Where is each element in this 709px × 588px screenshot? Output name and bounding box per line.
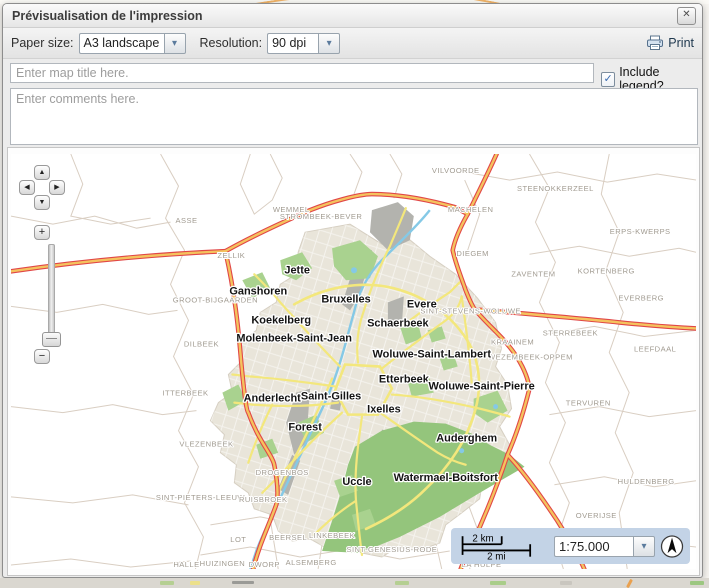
brussels-map[interactable]: ASSEWEMMELSTROMBEEK-BEVERVILVOORDEMACHEL… — [11, 154, 696, 569]
pan-right-button[interactable]: ▶ — [49, 180, 65, 195]
map-title-input[interactable] — [10, 63, 594, 83]
underlying-map-fragment — [160, 581, 174, 585]
underlying-map-fragment — [490, 581, 506, 585]
dialog-titlebar[interactable]: Prévisualisation de l'impression ✕ — [3, 4, 702, 28]
pan-left-button[interactable]: ◀ — [19, 180, 35, 195]
north-arrow-icon — [660, 533, 684, 560]
close-icon[interactable]: ✕ — [677, 7, 696, 25]
map-label: OVERIJSE — [576, 511, 617, 520]
chevron-down-icon[interactable]: ▾ — [633, 536, 655, 557]
map-label: STERREBEEK — [543, 328, 598, 337]
print-preview-dialog: Prévisualisation de l'impression ✕ Paper… — [2, 3, 703, 578]
paper-size-select[interactable]: A3 landscape ▾ — [79, 33, 186, 54]
comments-textarea[interactable] — [10, 88, 698, 145]
map-label: Watermael-Boitsfort — [394, 472, 499, 484]
map-label: ZAVENTEM — [511, 269, 555, 278]
map-label: Uccle — [342, 476, 371, 488]
scale-panel: 2 km 2 mi 1:75.000 ▾ — [451, 528, 690, 564]
map-label: HALLE — [173, 560, 199, 569]
underlying-map-fragment — [560, 581, 572, 585]
map-label: Woluwe-Saint-Lambert — [373, 348, 492, 360]
map-label: HUIZINGEN — [200, 559, 246, 568]
dialog-title: Prévisualisation de l'impression — [12, 9, 677, 23]
map-label: DIEGEM — [456, 249, 489, 258]
underlying-map-fragment — [626, 579, 633, 588]
map-label: DROGENBOS — [256, 468, 309, 477]
map-label: DWORP — [249, 560, 280, 569]
map-label: LINKEBEEK — [309, 531, 355, 540]
scale-bar: 2 km 2 mi — [459, 530, 548, 562]
map-label: ALSEMBERG — [286, 558, 337, 567]
underlying-map-fragment — [690, 581, 704, 585]
map-label: Woluwe-Saint-Pierre — [428, 381, 534, 393]
map-label: BEERSEL — [269, 533, 307, 542]
map-label: MACHELEN — [448, 205, 494, 214]
map-label: DILBEEK — [184, 339, 219, 348]
map-label: Forest — [288, 422, 322, 434]
underlying-page-bottom — [0, 578, 709, 588]
map-label: HULDENBERG — [618, 477, 675, 486]
map-label: Auderghem — [436, 433, 497, 445]
map-label: KRAAINEM — [491, 337, 534, 346]
map-label: ZELLIK — [217, 251, 245, 260]
chevron-down-icon[interactable]: ▾ — [164, 33, 186, 54]
underlying-map-fragment — [395, 581, 409, 585]
pan-down-button[interactable]: ▼ — [34, 195, 50, 210]
map-label: Saint-Gilles — [301, 391, 361, 403]
chevron-down-icon[interactable]: ▾ — [318, 33, 340, 54]
resolution-label: Resolution: — [200, 36, 263, 50]
print-button[interactable]: Print — [646, 35, 694, 51]
map-label: ERPS-KWERPS — [610, 227, 671, 236]
map-label: ASSE — [176, 216, 198, 225]
scale-mi-label: 2 mi — [487, 551, 505, 562]
paper-size-value[interactable]: A3 landscape — [79, 33, 164, 54]
map-label: Koekelberg — [251, 314, 311, 326]
map-label: Ganshoren — [229, 285, 287, 297]
map-viewport[interactable]: ASSEWEMMELSTROMBEEK-BEVERVILVOORDEMACHEL… — [11, 154, 696, 569]
map-label: VILVOORDE — [432, 166, 480, 175]
printer-icon — [646, 35, 664, 51]
zoom-in-button[interactable]: + — [34, 225, 50, 240]
scale-km-label: 2 km — [472, 534, 493, 545]
map-label: LOT — [230, 535, 246, 544]
map-label: VLEZENBEEK — [179, 440, 233, 449]
pan-up-button[interactable]: ▲ — [34, 165, 50, 180]
zoom-out-button[interactable]: − — [34, 349, 50, 364]
underlying-map-fragment — [190, 581, 200, 585]
map-label: LEEFDAAL — [634, 344, 676, 353]
map-label: Ixelles — [367, 404, 401, 416]
include-legend-checkbox[interactable]: ✓ — [601, 72, 615, 87]
map-label: EVERBERG — [618, 293, 664, 302]
scale-select[interactable]: 1:75.000 ▾ — [554, 536, 655, 557]
map-label: Jette — [284, 264, 310, 276]
resolution-select[interactable]: 90 dpi ▾ — [267, 33, 340, 54]
map-label: Anderlecht — [244, 393, 302, 405]
map-label: SINT-PIETERS-LEEUW — [156, 493, 246, 502]
map-label: TERVUREN — [566, 399, 611, 408]
map-label: Evere — [407, 298, 437, 310]
map-label: RUISBROEK — [239, 495, 288, 504]
map-label: ITTERBEEK — [162, 389, 208, 398]
zoom-slider-track[interactable] — [48, 244, 55, 346]
map-label: SINT-GENESIUS-RODE — [346, 545, 437, 554]
print-label: Print — [668, 36, 694, 50]
paper-size-label: Paper size: — [11, 36, 74, 50]
map-preview-panel: ASSEWEMMELSTROMBEEK-BEVERVILVOORDEMACHEL… — [7, 147, 700, 576]
scale-value[interactable]: 1:75.000 — [554, 536, 633, 557]
map-label: Schaerbeek — [367, 317, 429, 329]
map-label: Molenbeek-Saint-Jean — [236, 332, 352, 344]
map-label: STROMBEEK-BEVER — [280, 212, 362, 221]
map-label: WEZEMBEEK-OPPEM — [488, 352, 573, 361]
map-label: KORTENBERG — [578, 266, 635, 275]
print-toolbar: Paper size: A3 landscape ▾ Resolution: 9… — [3, 28, 702, 59]
zoom-slider-thumb[interactable] — [42, 332, 61, 347]
map-label: Bruxelles — [321, 293, 370, 305]
underlying-map-fragment — [232, 581, 254, 584]
map-label: Etterbeek — [379, 374, 430, 386]
resolution-value[interactable]: 90 dpi — [267, 33, 318, 54]
map-label: STEENOKKERZEEL — [517, 184, 594, 193]
